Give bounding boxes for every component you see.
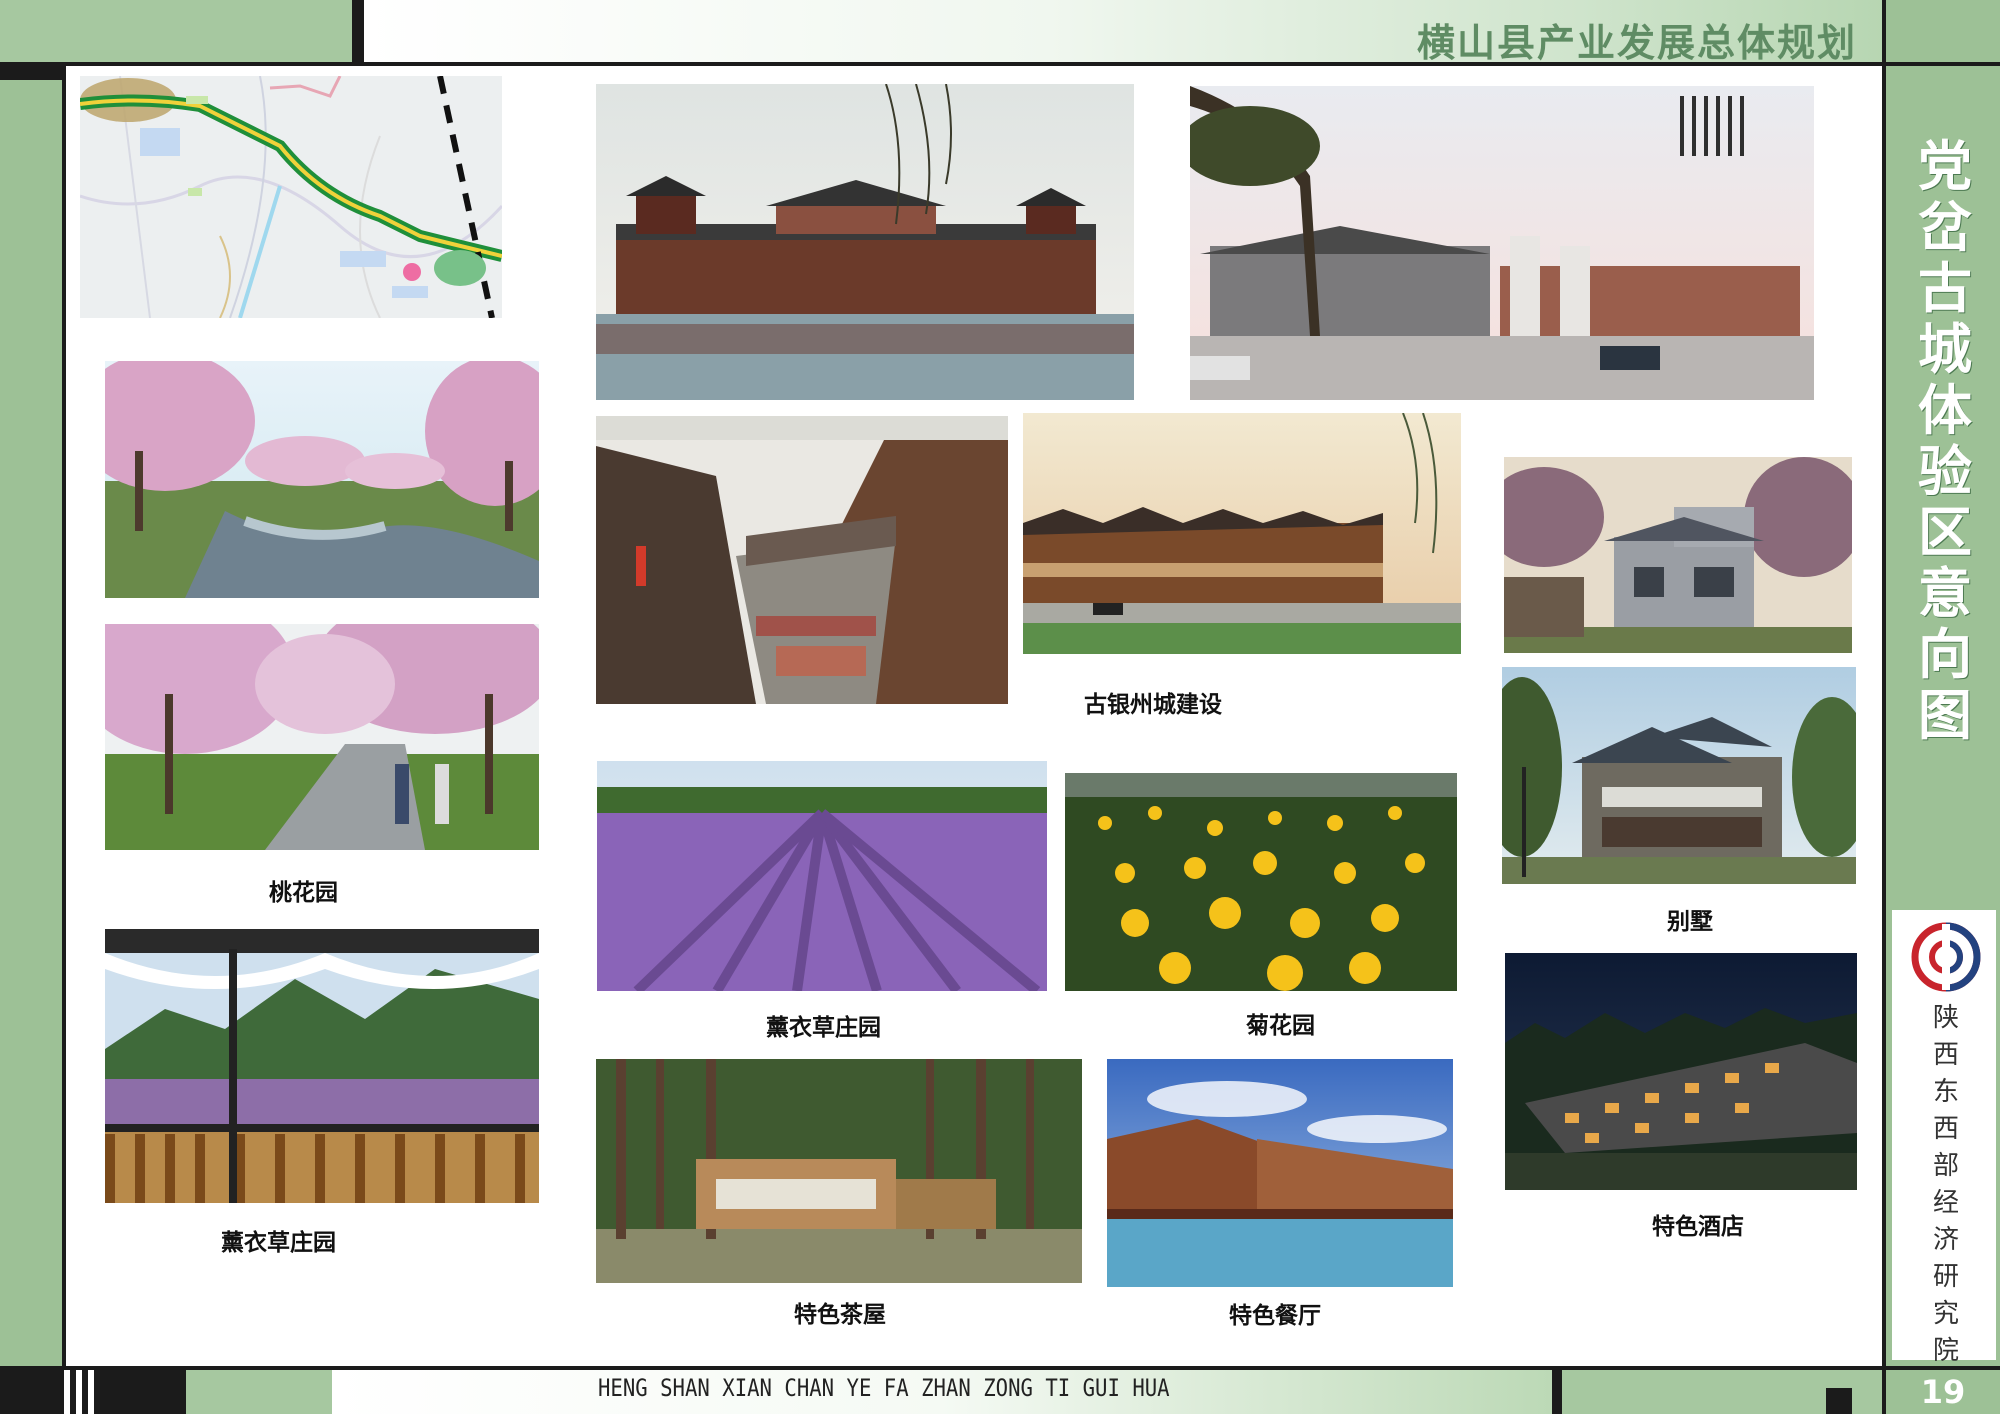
footer-stripe bbox=[64, 1370, 70, 1414]
teahouse-photo bbox=[596, 1059, 1082, 1283]
old-town-street-photo bbox=[596, 416, 1008, 704]
footer-stripe bbox=[88, 1370, 94, 1414]
villa-photo-2 bbox=[1502, 667, 1856, 884]
chrysanthemum-photo bbox=[1065, 773, 1457, 991]
guyinzhou-city-photo bbox=[1023, 413, 1461, 654]
document-title: 横山县产业发展总体规划 bbox=[1416, 20, 1857, 65]
header-separator bbox=[352, 0, 364, 64]
page-number: 19 bbox=[1886, 1370, 2000, 1414]
peach-garden-photo-1 bbox=[105, 361, 539, 598]
caption-hotel: 特色酒店 bbox=[1652, 1213, 1744, 1240]
header-rule bbox=[0, 62, 2000, 66]
right-frame-rule bbox=[1882, 0, 1886, 1414]
villa-photo-1 bbox=[1504, 457, 1852, 653]
organization-name: 陕西东西部经济研究院 bbox=[1932, 1003, 1959, 1366]
caption-villa: 别墅 bbox=[1667, 908, 1713, 935]
caption-lavender-2: 薰衣草庄园 bbox=[766, 1014, 881, 1041]
location-map bbox=[80, 76, 502, 318]
caption-peach-garden: 桃花园 bbox=[269, 879, 338, 906]
caption-restaurant: 特色餐厅 bbox=[1229, 1302, 1321, 1329]
left-frame-accent bbox=[0, 66, 62, 80]
footer-square bbox=[1826, 1388, 1852, 1414]
caption-lavender-1: 薰衣草庄园 bbox=[221, 1229, 336, 1256]
footer-pinyin: HENG SHAN XIAN CHAN YE FA ZHAN ZONG TI G… bbox=[598, 1374, 1170, 1402]
lavender-field-photo bbox=[597, 761, 1047, 991]
caption-chrysanthemum: 菊花园 bbox=[1246, 1012, 1315, 1039]
left-frame-strip bbox=[0, 66, 64, 1366]
lavender-pergola-photo bbox=[105, 929, 539, 1203]
header-left-block bbox=[0, 0, 352, 62]
footer-green-block bbox=[186, 1370, 332, 1414]
footer-separator bbox=[1552, 1370, 1562, 1414]
caption-guyinzhou: 古银州城建设 bbox=[1084, 691, 1222, 718]
restaurant-photo bbox=[1107, 1059, 1453, 1287]
institute-logo-icon bbox=[1911, 922, 1981, 992]
right-header-block bbox=[1886, 0, 2000, 62]
town-street-photo bbox=[1190, 86, 1814, 400]
ancient-city-photo bbox=[596, 84, 1134, 400]
caption-teahouse: 特色茶屋 bbox=[794, 1301, 886, 1328]
left-frame-rule bbox=[62, 66, 66, 1366]
peach-garden-photo-2 bbox=[105, 624, 539, 850]
hotel-photo bbox=[1505, 953, 1857, 1190]
section-title: 党岔古城体验区意向图 bbox=[1918, 134, 1972, 747]
footer-stripe bbox=[76, 1370, 82, 1414]
